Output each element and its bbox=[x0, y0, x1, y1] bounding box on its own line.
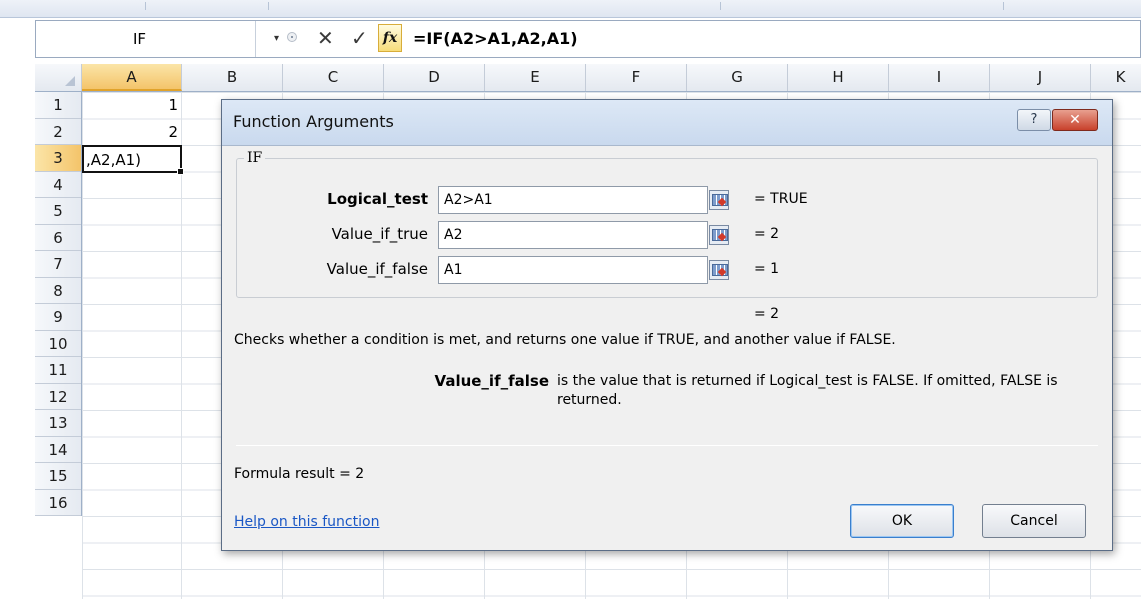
divider bbox=[236, 445, 1098, 446]
formula-result: Formula result = 2 bbox=[234, 466, 365, 482]
formula-input[interactable]: =IF(A2>A1,A2,A1) bbox=[413, 21, 578, 57]
close-icon[interactable]: ✕ bbox=[1052, 109, 1098, 131]
row-header-2[interactable]: 2 bbox=[35, 119, 81, 145]
column-header-k[interactable]: K bbox=[1091, 64, 1141, 91]
argument-result: = 1 bbox=[754, 261, 780, 277]
row-header-16[interactable]: 16 bbox=[35, 490, 81, 516]
column-header-c[interactable]: C bbox=[283, 64, 384, 91]
row-header-13[interactable]: 13 bbox=[35, 410, 81, 437]
column-header-a[interactable]: A bbox=[82, 64, 182, 91]
row-header-4[interactable]: 4 bbox=[35, 172, 81, 198]
ok-button[interactable]: OK bbox=[850, 504, 954, 538]
argument-input[interactable]: A2 bbox=[438, 221, 708, 249]
argument-input[interactable]: A2>A1 bbox=[438, 186, 708, 214]
column-header-b[interactable]: B bbox=[182, 64, 283, 91]
row-header-6[interactable]: 6 bbox=[35, 225, 81, 251]
cancel-button[interactable]: Cancel bbox=[982, 504, 1086, 538]
collapse-dialog-icon[interactable] bbox=[709, 190, 729, 210]
argument-help-name: Value_if_false bbox=[434, 372, 549, 390]
row-header-14[interactable]: 14 bbox=[35, 437, 81, 463]
column-header-e[interactable]: E bbox=[485, 64, 586, 91]
column-header-g[interactable]: G bbox=[687, 64, 788, 91]
argument-label: Logical_test bbox=[327, 190, 428, 208]
row-header-7[interactable]: 7 bbox=[35, 251, 81, 278]
row-header-5[interactable]: 5 bbox=[35, 198, 81, 225]
row-header-10[interactable]: 10 bbox=[35, 331, 81, 357]
collapse-dialog-icon[interactable] bbox=[709, 225, 729, 245]
row-header-8[interactable]: 8 bbox=[35, 278, 81, 304]
name-box-value: IF bbox=[133, 30, 147, 48]
cancel-entry-icon[interactable]: ✕ bbox=[317, 25, 334, 51]
row-header-11[interactable]: 11 bbox=[35, 357, 81, 384]
cell-a3[interactable]: ,A2,A1) bbox=[82, 145, 184, 174]
insert-function-icon[interactable]: fx bbox=[378, 24, 402, 52]
argument-label: Value_if_false bbox=[326, 260, 428, 278]
name-box[interactable]: IF bbox=[36, 21, 256, 57]
column-header-j[interactable]: J bbox=[990, 64, 1091, 91]
collapse-dialog-icon[interactable] bbox=[709, 260, 729, 280]
function-name-label: IF bbox=[244, 150, 266, 166]
argument-result: = 2 bbox=[754, 226, 780, 242]
chevron-down-icon[interactable]: ▾ bbox=[274, 33, 279, 44]
dialog-title: Function Arguments bbox=[233, 112, 394, 131]
column-header-f[interactable]: F bbox=[586, 64, 687, 91]
column-header-d[interactable]: D bbox=[384, 64, 485, 91]
function-arguments-dialog: Function Arguments ? ✕ IF Logical_test A2… bbox=[221, 99, 1113, 551]
cell-a1[interactable]: 1 bbox=[82, 92, 182, 120]
column-header-h[interactable]: H bbox=[788, 64, 889, 91]
overall-result: = 2 bbox=[754, 306, 780, 322]
argument-label: Value_if_true bbox=[331, 225, 428, 243]
argument-result: = TRUE bbox=[754, 191, 808, 207]
ribbon-strip bbox=[0, 0, 1141, 18]
cell-a2[interactable]: 2 bbox=[82, 119, 182, 147]
argument-help-text: is the value that is returned if Logical… bbox=[557, 373, 1058, 408]
row-header-12[interactable]: 12 bbox=[35, 384, 81, 410]
row-header-1[interactable]: 1 bbox=[35, 92, 81, 119]
row-header-9[interactable]: 9 bbox=[35, 304, 81, 331]
formula-bar: IF ▾ ✕ ✓ fx =IF(A2>A1,A2,A1) bbox=[35, 20, 1141, 58]
help-icon[interactable]: ? bbox=[1017, 109, 1051, 131]
argument-input[interactable]: A1 bbox=[438, 256, 708, 284]
column-header-i[interactable]: I bbox=[889, 64, 990, 91]
row-header-3[interactable]: 3 bbox=[35, 145, 81, 172]
select-all-corner[interactable] bbox=[35, 64, 82, 91]
help-on-function-link[interactable]: Help on this function bbox=[234, 514, 379, 530]
formula-bar-grip-icon[interactable] bbox=[287, 32, 297, 42]
dialog-titlebar[interactable]: Function Arguments ? ✕ bbox=[222, 100, 1112, 146]
function-description: Checks whether a condition is met, and r… bbox=[234, 332, 896, 348]
column-headers: ABCDEFGHIJK bbox=[35, 64, 1141, 92]
row-headers: 1 2 3 4 5 6 7 8 9 10 11 12 13 14 15 16 bbox=[35, 92, 82, 516]
row-header-15[interactable]: 15 bbox=[35, 463, 81, 490]
enter-checkmark-icon[interactable]: ✓ bbox=[351, 25, 368, 51]
